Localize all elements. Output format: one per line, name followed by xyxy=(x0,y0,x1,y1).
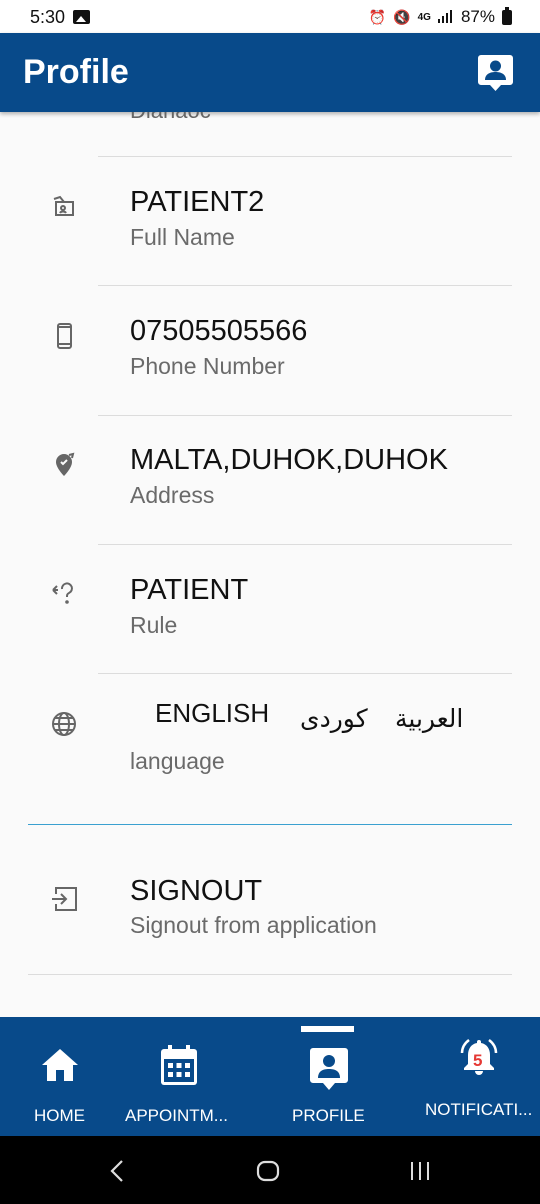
nav-notifications[interactable]: NOTIFICATI... xyxy=(410,1017,540,1136)
battery-icon xyxy=(502,6,512,25)
profile-content[interactable]: Dlanaoc PATIENT2 Full Name 07505505566 P… xyxy=(0,112,540,1017)
cut-off-text: Dlanaoc xyxy=(130,112,211,124)
status-bar: 5:30 ⏰ 🔇 4G 87% xyxy=(0,0,540,33)
app-bar: Profile xyxy=(0,33,540,112)
phone-icon xyxy=(51,323,77,349)
help-icon xyxy=(51,581,77,607)
nav-notifications-label: NOTIFICATI... xyxy=(425,1100,533,1119)
notification-badge: 5 xyxy=(473,1051,483,1070)
logout-icon xyxy=(51,885,77,911)
signout-title[interactable]: SIGNOUT xyxy=(130,875,262,908)
account-box-icon[interactable] xyxy=(478,55,513,91)
id-card-icon xyxy=(51,194,77,220)
page-title: Profile xyxy=(23,53,129,91)
nav-home-label: HOME xyxy=(34,1106,85,1125)
address-label: Address xyxy=(130,482,215,508)
bottom-nav: HOME APPOINTM... PROFILE NOTIFICATI... xyxy=(0,1017,540,1136)
divider xyxy=(98,673,512,674)
phone-value: 07505505566 xyxy=(130,315,308,347)
back-icon[interactable] xyxy=(110,1159,124,1188)
location-icon xyxy=(51,452,77,478)
nav-appointments[interactable]: APPOINTM... xyxy=(120,1017,260,1136)
nav-profile[interactable]: PROFILE xyxy=(270,1017,390,1136)
network-type: 4G xyxy=(417,11,431,23)
divider xyxy=(28,974,512,975)
full-name-label: Full Name xyxy=(130,224,235,250)
phone-label: Phone Number xyxy=(130,353,285,379)
divider xyxy=(98,415,512,416)
recent-apps-icon[interactable] xyxy=(409,1160,431,1187)
globe-icon xyxy=(51,711,77,737)
nav-profile-label: PROFILE xyxy=(292,1106,365,1125)
battery-percent: 87% xyxy=(460,7,495,26)
calendar-icon xyxy=(160,1044,198,1091)
nav-appointments-label: APPOINTM... xyxy=(125,1106,228,1125)
language-option-english[interactable]: ENGLISH xyxy=(155,698,269,729)
rule-value: PATIENT xyxy=(130,574,249,606)
status-time: 5:30 xyxy=(30,7,66,27)
alarm-icon: ⏰ xyxy=(368,8,387,25)
signout-subtitle: Signout from application xyxy=(130,912,377,938)
system-nav-bar xyxy=(0,1136,540,1204)
gallery-notification-icon xyxy=(73,10,90,24)
section-divider xyxy=(28,824,512,825)
divider xyxy=(98,544,512,545)
full-name-value: PATIENT2 xyxy=(130,186,265,218)
signal-icon xyxy=(437,9,454,26)
language-label: language xyxy=(130,748,225,774)
mute-icon: 🔇 xyxy=(393,8,411,25)
home-button-icon[interactable] xyxy=(256,1160,280,1187)
rule-label: Rule xyxy=(130,612,178,638)
nav-home[interactable]: HOME xyxy=(0,1017,120,1136)
language-option-kurdish[interactable]: كوردى xyxy=(300,704,368,734)
profile-icon xyxy=(310,1048,348,1095)
home-icon xyxy=(40,1047,80,1088)
divider xyxy=(98,285,512,286)
status-indicators: ⏰ 🔇 4G 87% xyxy=(368,6,512,27)
address-value: MALTA,DUHOK,DUHOK xyxy=(130,444,448,476)
signout-row[interactable] xyxy=(28,842,512,972)
language-option-arabic[interactable]: العربية xyxy=(395,704,463,734)
divider xyxy=(98,156,512,157)
